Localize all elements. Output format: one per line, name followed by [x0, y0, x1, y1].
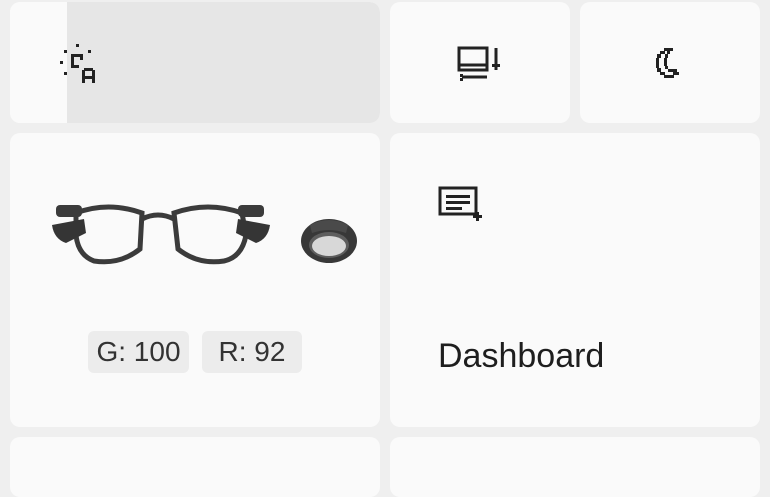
- display-sync-icon: [457, 46, 500, 81]
- bottom-left-card[interactable]: [10, 437, 380, 497]
- moon-icon: [656, 48, 679, 78]
- ring-image: [301, 219, 357, 263]
- glasses-battery-badge: G: 100: [88, 331, 189, 373]
- dashboard-card[interactable]: Dashboard: [390, 133, 760, 427]
- brightness-slider[interactable]: [10, 2, 380, 123]
- dashboard-list-icon: [438, 186, 482, 221]
- auto-brightness-icon: [60, 44, 95, 83]
- devices-status-card[interactable]: G: 100 R: 92: [10, 133, 380, 427]
- ring-battery-badge: R: 92: [202, 331, 302, 373]
- dashboard-label: Dashboard: [438, 337, 605, 375]
- glasses-image: [52, 204, 270, 265]
- night-mode-button[interactable]: [580, 2, 760, 123]
- brightness-slider-track[interactable]: [67, 2, 380, 123]
- bottom-right-card[interactable]: [390, 437, 760, 497]
- display-toggle-button[interactable]: [390, 2, 570, 123]
